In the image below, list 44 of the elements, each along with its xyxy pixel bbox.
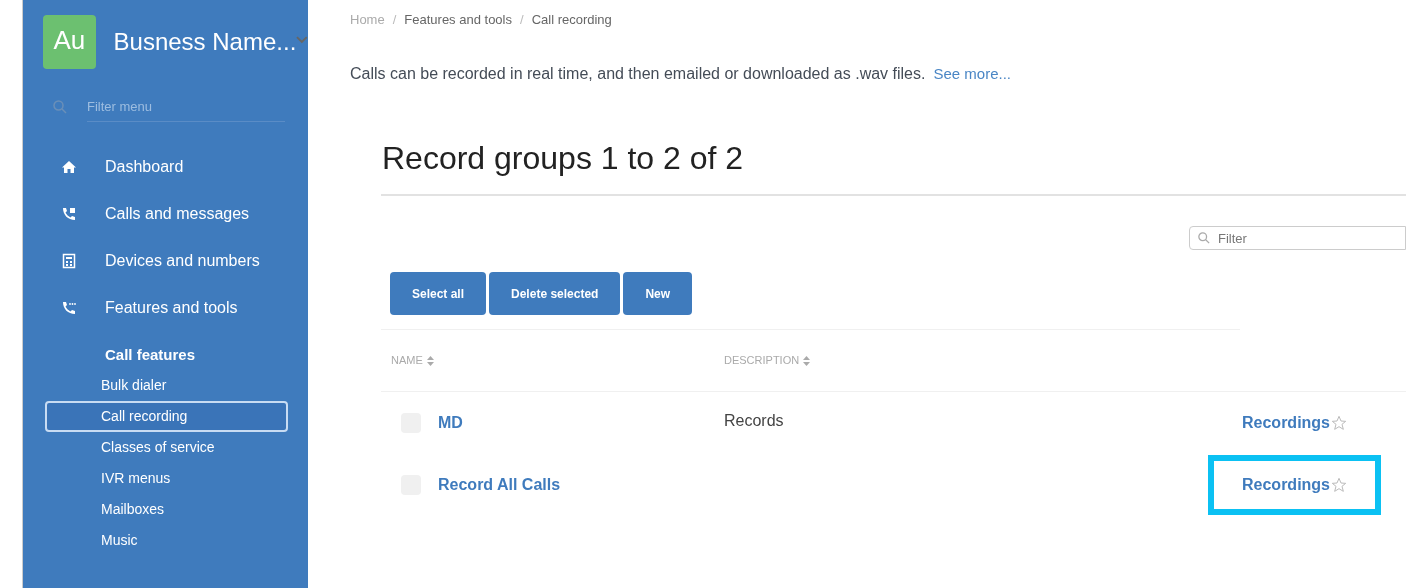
- page-heading: Record groups 1 to 2 of 2: [382, 138, 745, 178]
- business-name[interactable]: Busness Name...: [113, 24, 297, 60]
- sidebar-item[interactable]: Calls and messages: [23, 190, 308, 238]
- logo: Au: [43, 15, 96, 69]
- toolbar-button[interactable]: Select all: [390, 272, 487, 315]
- filter-menu-field[interactable]: Filter menu: [87, 93, 285, 122]
- breadcrumb-separator: /: [520, 11, 524, 29]
- sort-icon[interactable]: [426, 355, 434, 366]
- description-cell: Records: [724, 412, 784, 429]
- search-icon: [1198, 231, 1210, 244]
- sidebar-subitem[interactable]: Mailboxes: [45, 494, 288, 525]
- see-more-link[interactable]: See more...: [933, 62, 1011, 85]
- sidebar-subitem[interactable]: Bulk dialer: [45, 370, 288, 401]
- sidebar-subitem[interactable]: Call recording: [45, 401, 288, 432]
- phone-icon: [61, 300, 77, 316]
- column-header[interactable]: NAME: [391, 352, 423, 369]
- column-header[interactable]: DESCRIPTION: [724, 352, 800, 369]
- recordings-link[interactable]: Recordings: [1242, 411, 1330, 435]
- home-icon: [61, 159, 77, 175]
- group-name-link[interactable]: MD: [438, 411, 463, 435]
- sort-icon[interactable]: [803, 355, 811, 366]
- sidebar-subitem[interactable]: IVR menus: [45, 463, 288, 494]
- sidebar-item[interactable]: Dashboard: [23, 143, 308, 191]
- star-icon[interactable]: [1331, 477, 1347, 493]
- star-icon[interactable]: [1331, 415, 1347, 431]
- toolbar-button[interactable]: Delete selected: [489, 272, 621, 315]
- filter-field[interactable]: Filter: [1189, 226, 1406, 250]
- breadcrumb-link[interactable]: Home: [350, 10, 385, 30]
- breadcrumb-link[interactable]: Features and tools: [404, 10, 512, 30]
- sidebar-subitem[interactable]: Music: [45, 525, 288, 556]
- group-name-link[interactable]: Record All Calls: [438, 473, 561, 497]
- sidebar-subitem[interactable]: Classes of service: [45, 432, 288, 463]
- section-title: Call features: [105, 344, 197, 365]
- description: Calls can be recorded in real time, and then emailed or downloaded as .wav files.: [350, 63, 926, 84]
- sidebar-item[interactable]: Features and tools: [23, 284, 308, 332]
- search-icon: [53, 100, 67, 115]
- breadcrumb-separator: /: [392, 11, 397, 29]
- breadcrumb-link[interactable]: Call recording: [531, 10, 612, 30]
- recordings-link[interactable]: Recordings: [1242, 473, 1330, 497]
- phone-icon: [61, 206, 77, 222]
- sidebar-item[interactable]: Devices and numbers: [23, 237, 308, 285]
- calculator-icon: [61, 253, 77, 269]
- chevron-down-icon[interactable]: [296, 36, 308, 44]
- toolbar-button[interactable]: New: [623, 272, 693, 315]
